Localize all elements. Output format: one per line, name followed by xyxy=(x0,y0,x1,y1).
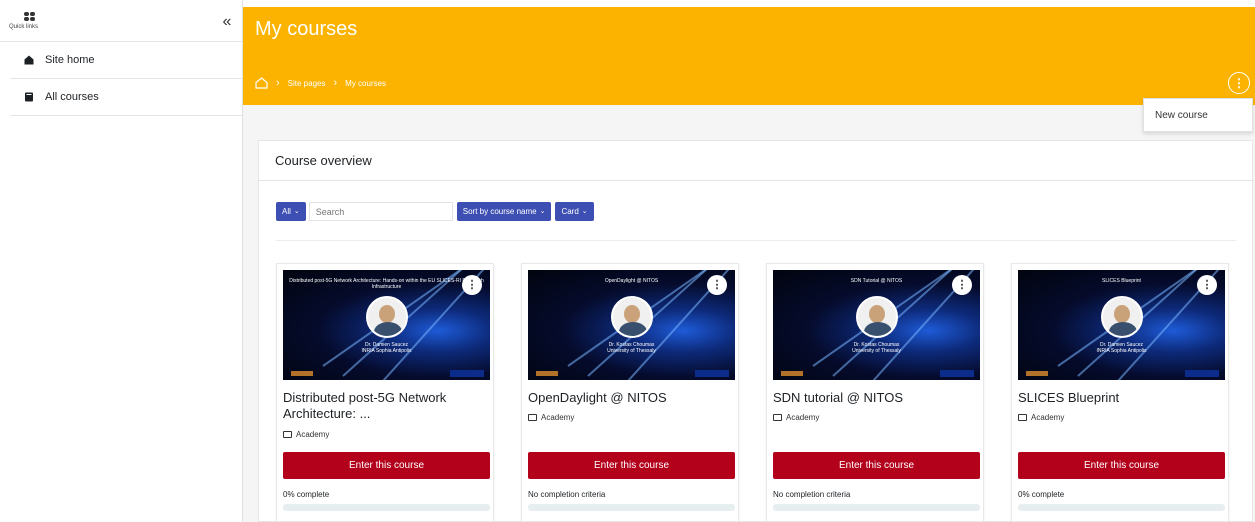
course-actions-menu-button[interactable]: ⋮ xyxy=(952,275,972,295)
course-category-label: Academy xyxy=(296,430,330,439)
course-actions-menu-button[interactable]: ⋮ xyxy=(707,275,727,295)
eu-flag xyxy=(450,370,484,377)
sidebar-item-label: Site home xyxy=(45,54,95,66)
grouping-dropdown[interactable]: All ⌄ xyxy=(276,202,306,221)
sidebar-item-label: All courses xyxy=(45,91,99,103)
course-actions-menu-button[interactable]: ⋮ xyxy=(1197,275,1217,295)
page-actions-menu-button[interactable]: ⋮ xyxy=(1228,72,1250,94)
logo xyxy=(1026,371,1048,376)
breadcrumb-site-pages[interactable]: Site pages xyxy=(288,79,326,88)
course-category: Academy xyxy=(528,413,574,422)
course-category: Academy xyxy=(1018,413,1064,422)
page-actions-menu: New course xyxy=(1143,98,1253,132)
course-card: OpenDaylight @ NITOS Dr. Kostas Choumas U… xyxy=(521,263,739,522)
course-category-label: Academy xyxy=(786,413,820,422)
sidebar-item-site-home[interactable]: Site home xyxy=(10,42,242,79)
course-name[interactable]: SDN tutorial @ NITOS xyxy=(773,390,978,406)
thumb-speaker: Dr. Kostas Choumas University of Thessaly xyxy=(852,342,901,354)
folder-icon xyxy=(283,431,292,438)
thumb-title: OpenDaylight @ NITOS xyxy=(604,278,659,284)
sort-label: Sort by course name xyxy=(462,207,537,216)
sidebar: Quick links « Site home All courses xyxy=(0,0,243,522)
folder-icon xyxy=(1018,414,1027,421)
course-name[interactable]: OpenDaylight @ NITOS xyxy=(528,390,733,406)
progress-bar xyxy=(283,504,490,511)
progress-text: 0% complete xyxy=(283,490,330,499)
course-category-label: Academy xyxy=(1031,413,1065,422)
folder-icon xyxy=(773,414,782,421)
course-image[interactable]: SLICES Blueprint Dr. Damien Saucez INRIA … xyxy=(1018,270,1225,380)
progress-bar xyxy=(528,504,735,511)
sort-dropdown[interactable]: Sort by course name ⌄ xyxy=(456,202,552,221)
divider xyxy=(259,180,1254,181)
search-input[interactable] xyxy=(308,202,453,221)
course-category: Academy xyxy=(773,413,819,422)
course-category: Academy xyxy=(283,430,329,439)
course-actions-menu-button[interactable]: ⋮ xyxy=(462,275,482,295)
sidebar-item-all-courses[interactable]: All courses xyxy=(10,79,242,116)
sidebar-header: Quick links « xyxy=(0,0,242,42)
thumb-speaker: Dr. Damien Saucez INRIA Sophia Antipolis xyxy=(361,342,412,354)
course-name[interactable]: SLICES Blueprint xyxy=(1018,390,1223,406)
collapse-sidebar-button[interactable]: « xyxy=(215,14,239,32)
thumb-title: SLICES Blueprint xyxy=(1102,278,1141,284)
menu-item-new-course[interactable]: New course xyxy=(1155,110,1208,121)
grouping-label: All xyxy=(282,207,291,216)
course-image[interactable]: SDN Tutorial @ NITOS Dr. Kostas Choumas U… xyxy=(773,270,980,380)
course-filters: All ⌄ Sort by course name ⌄ Card ⌄ xyxy=(276,202,594,221)
grid-icon xyxy=(24,12,36,22)
eu-flag xyxy=(695,370,729,377)
enter-course-button[interactable]: Enter this course xyxy=(1018,452,1225,479)
course-image[interactable]: Distributed post-5G Network Architecture… xyxy=(283,270,490,380)
divider xyxy=(276,240,1236,241)
chevron-down-icon: ⌄ xyxy=(581,208,588,215)
home-icon xyxy=(24,55,34,65)
breadcrumb-my-courses[interactable]: My courses xyxy=(345,79,386,88)
thumb-title: SDN Tutorial @ NITOS xyxy=(850,278,903,284)
progress-bar xyxy=(773,504,980,511)
thumb-speaker: Dr. Kostas Choumas University of Thessaly xyxy=(607,342,656,354)
speaker-photo xyxy=(1101,296,1143,338)
speaker-photo xyxy=(611,296,653,338)
chevron-down-icon: ⌄ xyxy=(293,208,300,215)
chevron-right-icon: › xyxy=(276,77,280,89)
breadcrumb: › Site pages › My courses xyxy=(255,77,386,89)
chevron-down-icon: ⌄ xyxy=(539,208,546,215)
view-dropdown[interactable]: Card ⌄ xyxy=(555,202,594,221)
course-card: SLICES Blueprint Dr. Damien Saucez INRIA … xyxy=(1011,263,1229,522)
enter-course-button[interactable]: Enter this course xyxy=(773,452,980,479)
speaker-photo xyxy=(856,296,898,338)
progress-text: 0% complete xyxy=(1018,490,1065,499)
logo xyxy=(291,371,313,376)
course-card: SDN Tutorial @ NITOS Dr. Kostas Choumas U… xyxy=(766,263,984,522)
speaker-photo xyxy=(366,296,408,338)
eu-flag xyxy=(1185,370,1219,377)
course-image[interactable]: OpenDaylight @ NITOS Dr. Kostas Choumas U… xyxy=(528,270,735,380)
page-header: My courses › Site pages › My courses ⋮ xyxy=(243,7,1255,105)
page-title: My courses xyxy=(255,18,358,40)
thumb-speaker: Dr. Damien Saucez INRIA Sophia Antipolis xyxy=(1096,342,1147,354)
progress-bar xyxy=(1018,504,1225,511)
progress-text: No completion criteria xyxy=(528,490,606,499)
course-overview-title: Course overview xyxy=(275,153,372,168)
enter-course-button[interactable]: Enter this course xyxy=(283,452,490,479)
folder-icon xyxy=(528,414,537,421)
thumb-title: Distributed post-5G Network Architecture… xyxy=(289,278,484,290)
course-category-label: Academy xyxy=(541,413,575,422)
course-name[interactable]: Distributed post-5G Network Architecture… xyxy=(283,390,488,422)
chevron-right-icon: › xyxy=(333,77,338,89)
logo xyxy=(781,371,803,376)
quick-links-label: Quick links xyxy=(9,24,39,30)
logo xyxy=(536,371,558,376)
progress-text: No completion criteria xyxy=(773,490,851,499)
home-icon[interactable] xyxy=(255,77,268,89)
quick-links[interactable]: Quick links xyxy=(9,12,49,30)
eu-flag xyxy=(940,370,974,377)
book-icon xyxy=(25,92,33,102)
enter-course-button[interactable]: Enter this course xyxy=(528,452,735,479)
view-label: Card xyxy=(561,207,579,216)
course-card: Distributed post-5G Network Architecture… xyxy=(276,263,494,522)
